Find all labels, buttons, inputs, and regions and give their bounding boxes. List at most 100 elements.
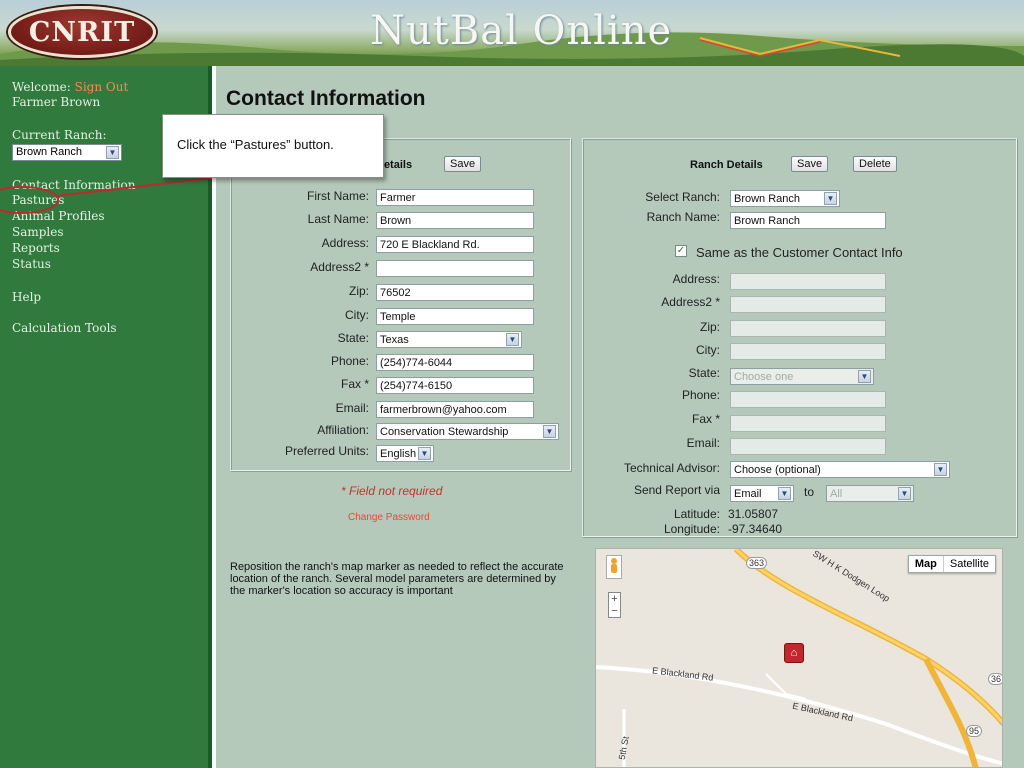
welcome-line: Welcome: Sign Out (12, 80, 128, 94)
state-value: Texas (380, 334, 409, 346)
map-type-toggle[interactable]: Map Satellite (907, 555, 996, 573)
ranch-save-button[interactable]: Save (791, 156, 829, 172)
technical-advisor-label: Technical Advisor: (623, 461, 720, 475)
ranch-state-select[interactable]: Choose one ▼ (730, 368, 874, 385)
chevron-down-icon[interactable]: ▼ (898, 487, 911, 500)
ranch-state-value: Choose one (734, 371, 794, 383)
zoom-out-icon[interactable]: − (609, 605, 620, 617)
header-banner: CNRIT NutBal Online (0, 0, 1024, 66)
affiliation-label: Affiliation: (317, 423, 369, 437)
preferred-units-label: Preferred Units: (284, 444, 369, 458)
zoom-control[interactable]: + − (608, 592, 621, 618)
first-name-label: First Name: (306, 189, 369, 203)
ranch-address2-field[interactable] (730, 296, 886, 313)
page-title: Contact Information (226, 87, 426, 110)
chevron-down-icon[interactable]: ▼ (934, 463, 947, 476)
contact-save-button[interactable]: Save (444, 156, 482, 172)
sidebar-item-status[interactable]: Status (12, 257, 51, 271)
field-not-required-note: * Field not required (341, 484, 443, 498)
welcome-label: Welcome: (12, 80, 71, 94)
ranch-name-field[interactable]: Brown Ranch (730, 212, 886, 229)
to-label: to (804, 485, 815, 499)
send-report-label: Send Report via (633, 483, 720, 497)
address-field[interactable]: 720 E Blackland Rd. (376, 236, 534, 253)
ranch-state-label: State: (688, 366, 720, 380)
address2-label: Address2 * (310, 260, 369, 274)
cnrit-logo[interactable]: CNRIT (8, 6, 156, 58)
app-title: NutBal Online (370, 8, 673, 54)
route-shield: 363 (746, 557, 768, 569)
send-to-select[interactable]: All ▼ (826, 485, 914, 502)
sidebar-item-help[interactable]: Help (12, 290, 41, 304)
ranch-map[interactable]: + − Map Satellite ⌂ SW H K Dodgen Loop E… (595, 548, 1003, 768)
zip-field[interactable]: 76502 (376, 284, 534, 301)
technical-advisor-select[interactable]: Choose (optional) ▼ (730, 461, 950, 478)
chevron-down-icon[interactable]: ▼ (418, 447, 431, 460)
preferred-units-select[interactable]: English ▼ (376, 445, 434, 462)
ranch-zip-field[interactable] (730, 320, 886, 337)
route-shield: 36 (988, 673, 1002, 685)
ranch-fax-field[interactable] (730, 415, 886, 432)
preferred-units-value: English (380, 448, 417, 460)
ranch-address2-label: Address2 * (661, 295, 720, 309)
email-label: Email: (335, 401, 369, 415)
phone-field[interactable]: (254)774-6044 (376, 354, 534, 371)
map-help-text: Reposition the ranch's map marker as nee… (230, 561, 564, 597)
logo-text: CNRIT (28, 16, 136, 48)
highlight-annotation (0, 177, 213, 214)
select-ranch-select[interactable]: Brown Ranch ▼ (730, 190, 840, 207)
state-select[interactable]: Texas ▼ (376, 331, 522, 348)
chevron-down-icon[interactable]: ▼ (506, 333, 519, 346)
ranch-zip-label: Zip: (699, 320, 720, 334)
city-label: City: (345, 308, 369, 322)
select-ranch-label: Select Ranch: (645, 190, 720, 204)
ranch-section-title: Ranch Details (690, 159, 763, 171)
same-as-contact-checkbox[interactable]: ✓ (675, 245, 687, 257)
ranch-phone-label: Phone: (681, 388, 720, 402)
affiliation-value: Conservation Stewardship (380, 426, 509, 438)
ranch-address-label: Address: (672, 272, 720, 286)
send-to-value: All (830, 488, 843, 500)
ranch-address-field[interactable] (730, 273, 886, 290)
chevron-down-icon[interactable]: ▼ (106, 146, 119, 159)
first-name-field[interactable]: Farmer (376, 189, 534, 206)
zoom-in-icon[interactable]: + (609, 593, 620, 605)
latitude-value: 31.05807 (728, 507, 779, 521)
ranch-city-field[interactable] (730, 343, 886, 360)
chevron-down-icon[interactable]: ▼ (824, 192, 837, 205)
ranch-delete-button[interactable]: Delete (853, 156, 897, 172)
ranch-marker-icon[interactable]: ⌂ (784, 643, 804, 663)
last-name-field[interactable]: Brown (376, 212, 534, 229)
map-type-satellite[interactable]: Satellite (944, 556, 995, 572)
current-ranch-label: Current Ranch: (12, 128, 107, 142)
fax-field[interactable]: (254)774-6150 (376, 377, 534, 394)
select-ranch-value: Brown Ranch (734, 193, 801, 205)
same-as-contact-label: Same as the Customer Contact Info (696, 245, 903, 260)
ranch-email-field[interactable] (730, 438, 886, 455)
city-field[interactable]: Temple (376, 308, 534, 325)
send-report-select[interactable]: Email ▼ (730, 485, 794, 502)
phone-label: Phone: (330, 354, 369, 368)
change-password-link[interactable]: Change Password (348, 512, 430, 523)
state-label: State: (337, 331, 369, 345)
chevron-down-icon[interactable]: ▼ (778, 487, 791, 500)
chevron-down-icon[interactable]: ▼ (543, 425, 556, 438)
map-type-map[interactable]: Map (909, 556, 944, 572)
ranch-phone-field[interactable] (730, 391, 886, 408)
technical-advisor-value: Choose (optional) (734, 464, 821, 476)
zip-label: Zip: (348, 284, 369, 298)
sign-out-link[interactable]: Sign Out (75, 80, 129, 94)
current-ranch-select[interactable]: Brown Ranch ▼ (12, 144, 122, 161)
chevron-down-icon[interactable]: ▼ (858, 370, 871, 383)
instruction-callout: Click the “Pastures” button. (162, 114, 384, 178)
sidebar-item-reports[interactable]: Reports (12, 241, 60, 255)
pegman-icon[interactable] (606, 555, 622, 579)
sidebar-item-calculation-tools[interactable]: Calculation Tools (12, 321, 117, 335)
email-field[interactable]: farmerbrown@yahoo.com (376, 401, 534, 418)
affiliation-select[interactable]: Conservation Stewardship ▼ (376, 423, 559, 440)
longitude-value: -97.34640 (728, 522, 783, 536)
send-report-value: Email (734, 488, 762, 500)
route-shield: 95 (966, 725, 983, 737)
current-ranch-value: Brown Ranch (16, 146, 83, 158)
address2-field[interactable] (376, 260, 534, 277)
